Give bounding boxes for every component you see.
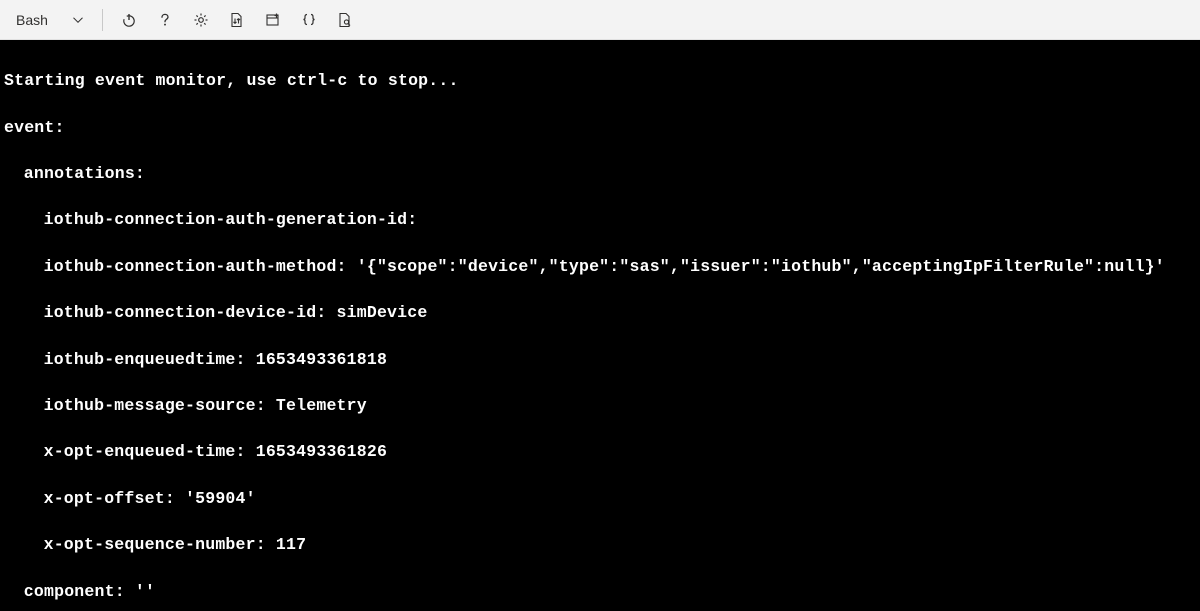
toolbar-separator	[102, 9, 103, 31]
restart-button[interactable]	[113, 4, 145, 36]
terminal-line: annotations:	[4, 162, 1196, 185]
terminal-line: component: ''	[4, 580, 1196, 603]
terminal-line: iothub-connection-auth-method: '{"scope"…	[4, 255, 1196, 278]
terminal-line: iothub-connection-device-id: simDevice	[4, 301, 1196, 324]
terminal-line: iothub-connection-auth-generation-id:	[4, 208, 1196, 231]
upload-download-button[interactable]	[221, 4, 253, 36]
gear-icon	[193, 12, 209, 28]
file-preview-icon	[337, 12, 353, 28]
editor-button[interactable]	[293, 4, 325, 36]
braces-icon	[301, 12, 317, 28]
terminal-line: iothub-message-source: Telemetry	[4, 394, 1196, 417]
chevron-down-icon	[72, 14, 84, 26]
settings-button[interactable]	[185, 4, 217, 36]
question-icon	[157, 12, 173, 28]
help-button[interactable]	[149, 4, 181, 36]
shell-selector[interactable]: Bash	[8, 8, 92, 32]
new-window-icon	[265, 12, 281, 28]
toolbar: Bash	[0, 0, 1200, 40]
web-preview-button[interactable]	[329, 4, 361, 36]
terminal-line: event:	[4, 116, 1196, 139]
terminal-line: iothub-enqueuedtime: 1653493361818	[4, 348, 1196, 371]
file-updown-icon	[229, 12, 245, 28]
new-session-button[interactable]	[257, 4, 289, 36]
terminal-output[interactable]: Starting event monitor, use ctrl-c to st…	[0, 40, 1200, 611]
terminal-line: x-opt-offset: '59904'	[4, 487, 1196, 510]
terminal-line: x-opt-sequence-number: 117	[4, 533, 1196, 556]
terminal-line: x-opt-enqueued-time: 1653493361826	[4, 440, 1196, 463]
terminal-line: Starting event monitor, use ctrl-c to st…	[4, 69, 1196, 92]
power-icon	[121, 12, 137, 28]
shell-selector-label: Bash	[16, 12, 48, 28]
